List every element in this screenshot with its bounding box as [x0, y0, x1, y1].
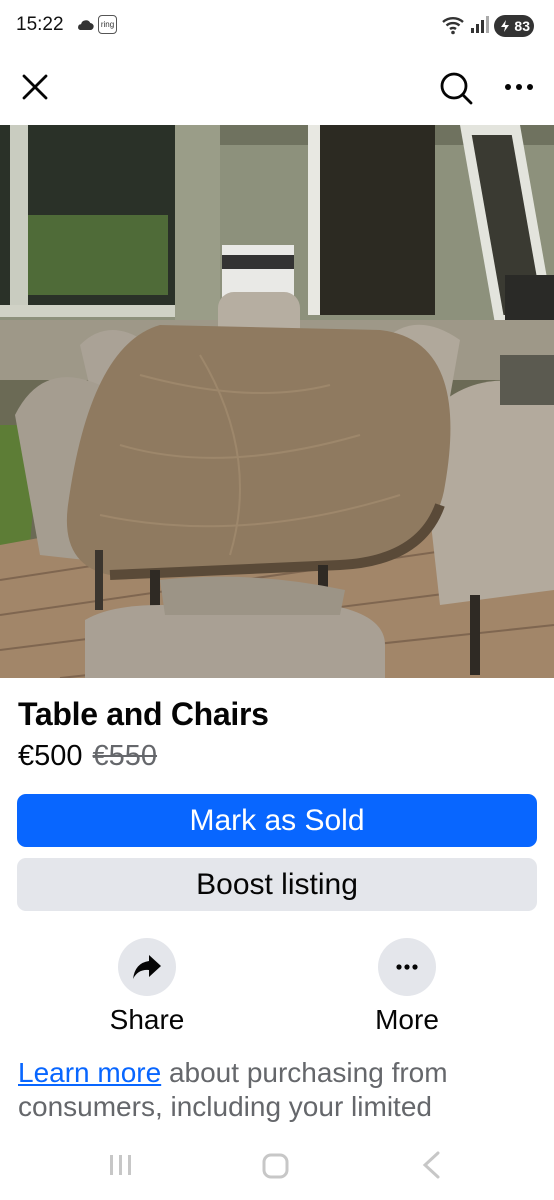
- more-label: More: [375, 1004, 439, 1035]
- back-button[interactable]: [420, 1151, 442, 1184]
- battery-level: 83: [514, 18, 530, 34]
- home-icon: [262, 1153, 289, 1179]
- status-time: 15:22: [16, 14, 64, 35]
- recents-icon: [110, 1155, 131, 1175]
- more-options-button[interactable]: [500, 70, 538, 104]
- share-arrow-icon: [133, 955, 161, 979]
- listing-title: Table and Chairs: [18, 696, 269, 732]
- more-button[interactable]: [378, 938, 436, 996]
- listing-photo[interactable]: [0, 125, 554, 678]
- share-action[interactable]: Share: [87, 938, 207, 1038]
- search-icon: [440, 72, 473, 105]
- cloud-icon: [76, 18, 94, 36]
- close-button[interactable]: [18, 70, 52, 104]
- home-button[interactable]: [262, 1153, 290, 1184]
- share-button[interactable]: [118, 938, 176, 996]
- more-dots-icon: [396, 964, 418, 970]
- learn-more-link[interactable]: Learn more: [18, 1057, 161, 1088]
- back-chevron-icon: [422, 1151, 440, 1179]
- ring-app-icon: ring: [98, 15, 117, 34]
- price-row: €500 €550: [18, 740, 157, 773]
- search-button[interactable]: [436, 68, 476, 108]
- system-navigation-bar: [0, 1135, 554, 1200]
- purchase-info-text: Learn more about purchasing from consume…: [18, 1056, 538, 1124]
- original-price: €550: [92, 740, 158, 772]
- share-label: Share: [109, 1004, 185, 1035]
- wifi-icon: [441, 14, 467, 41]
- close-icon: [22, 74, 48, 100]
- battery-icon: 83: [494, 15, 534, 37]
- status-bar: 15:22 ring 83: [0, 0, 554, 52]
- more-dots-icon: [505, 84, 533, 90]
- mark-as-sold-button[interactable]: Mark as Sold: [17, 794, 537, 847]
- table-and-chairs-photo: [0, 125, 554, 678]
- current-price: €500: [18, 740, 83, 772]
- more-action[interactable]: More: [347, 938, 467, 1038]
- boost-listing-button[interactable]: Boost listing: [17, 858, 537, 911]
- signal-icon: [470, 15, 490, 40]
- recents-button[interactable]: [108, 1153, 134, 1182]
